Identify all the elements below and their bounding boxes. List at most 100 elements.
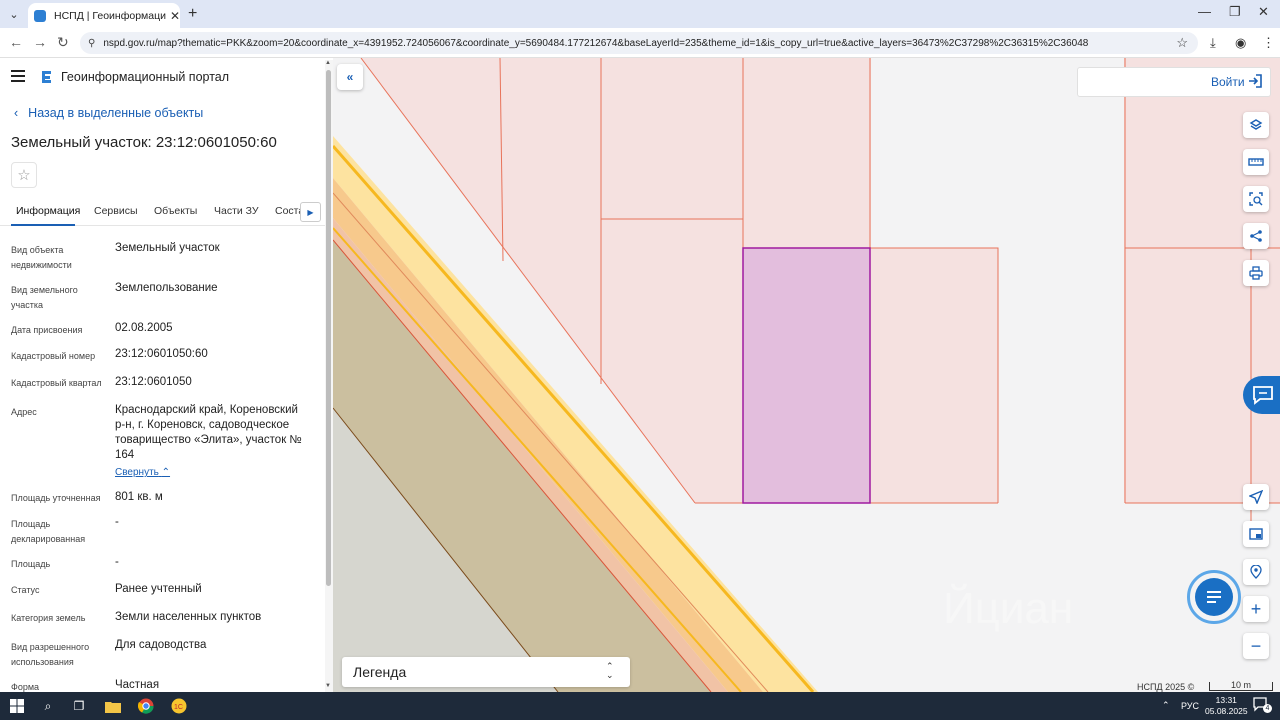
svg-text:Йциан: Йциан: [943, 582, 1073, 633]
street-area: [998, 248, 1124, 503]
zoom-out-icon[interactable]: −: [1243, 633, 1269, 659]
object-title: Земельный участок: 23:12:0601050:60: [11, 134, 277, 151]
hamburger-menu-icon[interactable]: [11, 70, 25, 85]
tab-parts[interactable]: Части ЗУ: [214, 205, 259, 217]
prop-label: Вид объекта недвижимости: [11, 245, 72, 270]
prop-label: Кадастровый квартал: [11, 378, 102, 388]
search-icon[interactable]: ⌕: [39, 697, 57, 715]
login-label[interactable]: Войти: [1211, 75, 1245, 89]
keyboard-language[interactable]: РУС: [1181, 701, 1199, 711]
share-icon[interactable]: [1243, 223, 1269, 249]
1c-app-icon[interactable]: 1C: [170, 697, 188, 715]
prop-value: 801 кв. м: [115, 491, 163, 503]
map-layers: Йциан: [333, 58, 1280, 692]
window-close-icon[interactable]: ✕: [1258, 4, 1269, 20]
back-icon[interactable]: ←: [9, 34, 23, 50]
file-explorer-icon[interactable]: [104, 697, 122, 715]
back-label: Назад в выделенные объекты: [28, 106, 204, 120]
minimize-icon[interactable]: —: [1198, 4, 1211, 19]
collapse-panel-icon[interactable]: «: [337, 64, 363, 90]
prop-value: Частная: [115, 679, 160, 691]
tray-overflow-icon[interactable]: ⌃: [1162, 700, 1170, 711]
prop-label: Площадь уточненная: [11, 493, 101, 503]
back-to-selected-link[interactable]: ‹ Назад в выделенные объекты: [14, 106, 203, 120]
geo-search-icon[interactable]: [1243, 559, 1269, 585]
prop-value-address: Краснодарский край, Кореновский р-н, г. …: [115, 404, 302, 461]
prop-value: -: [115, 516, 119, 528]
zoom-in-icon[interactable]: +: [1243, 596, 1269, 622]
info-panel: Геоинформационный портал ‹ Назад в выделе…: [0, 58, 333, 692]
task-view-icon[interactable]: ❐: [70, 697, 88, 715]
map-canvas[interactable]: Йциан: [333, 58, 1280, 692]
prop-value: -: [115, 556, 119, 568]
portal-title: Геоинформационный портал: [61, 70, 230, 84]
login-icon[interactable]: [1248, 74, 1262, 88]
active-tab-indicator: [11, 224, 75, 226]
chevron-left-icon: ‹: [14, 106, 19, 120]
collapse-label: Свернуть: [115, 467, 159, 478]
prop-label: Вид разрешенного использования: [11, 642, 90, 667]
prop-value: Землепользование: [115, 282, 218, 294]
svg-text:1C: 1C: [174, 704, 183, 711]
chrome-icon[interactable]: [137, 697, 155, 715]
layers-icon[interactable]: [1243, 112, 1269, 138]
prop-label: Вид земельного участка: [11, 285, 78, 310]
new-tab-icon[interactable]: +: [188, 5, 197, 23]
notifications-icon[interactable]: 4: [1252, 696, 1272, 714]
legend-dropdown[interactable]: Легенда ⌃ ⌄: [342, 657, 630, 687]
tabs-scroll-right-icon[interactable]: ▶: [300, 202, 321, 222]
prop-label: Форма собственности: [11, 682, 40, 692]
scroll-down-icon[interactable]: ▼: [325, 683, 331, 689]
notification-count: 4: [1263, 704, 1272, 713]
reload-icon[interactable]: ↻: [57, 34, 69, 51]
clock-date: 05.08.2025: [1205, 706, 1248, 716]
prop-value: Земли населенных пунктов: [115, 611, 262, 623]
prop-value: Для садоводства: [115, 639, 207, 651]
download-icon[interactable]: ⤓: [1210, 35, 1216, 51]
browser-tab[interactable]: НСПД | Геоинформационный ✕: [28, 3, 180, 28]
restore-icon[interactable]: ❐: [1229, 4, 1241, 20]
prop-value: 23:12:0601050: [115, 376, 192, 388]
assistant-chat-icon: [1195, 578, 1233, 616]
panel-scroll-thumb[interactable]: [326, 70, 331, 586]
taskbar: ⌕ ❐ 1C ⌃ РУС 13:31 05.08.2025 4: [0, 692, 1280, 720]
copyright: НСПД 2025 ©: [1137, 682, 1195, 692]
scale-label: 10 m: [1230, 680, 1251, 690]
tab-objects[interactable]: Объекты: [154, 205, 197, 217]
bookmark-star-icon[interactable]: ☆: [1176, 35, 1188, 51]
assistant-button[interactable]: [1187, 570, 1241, 624]
area-select-icon[interactable]: [1243, 186, 1269, 212]
chat-support-icon[interactable]: [1243, 376, 1280, 414]
ruler-icon[interactable]: [1243, 149, 1269, 175]
scale-bar: 10 m: [1209, 680, 1273, 691]
url-field[interactable]: ⚲ nspd.gov.ru/map?thematic=PKK&zoom=20&c…: [80, 32, 1198, 54]
scroll-up-icon[interactable]: ▲: [325, 60, 331, 66]
clock-time: 13:31: [1215, 695, 1237, 705]
print-icon[interactable]: [1243, 260, 1269, 286]
clock[interactable]: 13:31 05.08.2025: [1205, 695, 1248, 717]
tab-close-icon[interactable]: ✕: [170, 9, 180, 23]
prop-label: Адрес: [11, 407, 37, 417]
minimap-icon[interactable]: [1243, 521, 1269, 547]
portal-logo-icon: [42, 71, 51, 83]
tab-title: НСПД | Геоинформационный: [54, 9, 166, 22]
windows-start-icon[interactable]: [8, 697, 26, 715]
locate-me-icon[interactable]: [1243, 484, 1269, 510]
profile-icon[interactable]: ◉: [1235, 35, 1246, 51]
tab-info[interactable]: Информация: [16, 205, 80, 217]
tab-services[interactable]: Сервисы: [94, 205, 138, 217]
panel-tabs: Информация Сервисы Объекты Части ЗУ Сост…: [0, 198, 325, 226]
collapse-link[interactable]: Свернуть ⌃: [115, 467, 170, 478]
site-info-icon[interactable]: ⚲: [88, 38, 95, 49]
prop-label: Дата присвоения: [11, 325, 83, 335]
prop-label: Кадастровый номер: [11, 351, 96, 361]
menu-dots-icon[interactable]: ⋮: [1262, 35, 1275, 51]
legend-label: Легенда: [353, 664, 407, 680]
address-bar-row: ← → ↻ ⚲ nspd.gov.ru/map?thematic=PKK&zoo…: [0, 28, 1280, 58]
prop-label: Площадь: [11, 559, 51, 569]
favorite-star-icon[interactable]: ☆: [11, 162, 37, 188]
prop-label: Площадь декларированная: [11, 519, 86, 544]
prop-value: 23:12:0601050:60: [115, 348, 208, 360]
tab-search-chevron-icon[interactable]: ⌄: [4, 4, 24, 24]
forward-icon[interactable]: →: [33, 34, 47, 50]
